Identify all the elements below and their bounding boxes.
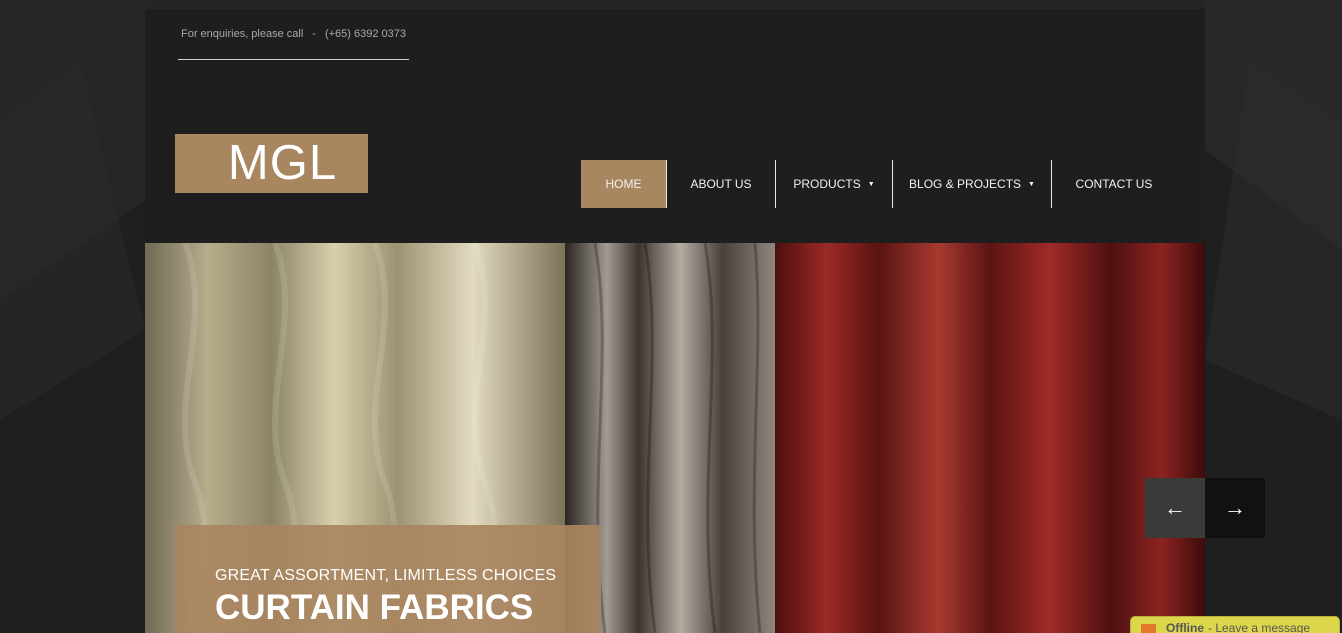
enquiry-label: For enquiries, please call: [181, 28, 304, 40]
site-logo[interactable]: MGL: [175, 134, 368, 193]
caret-down-icon: ▼: [1028, 180, 1035, 188]
nav-home[interactable]: HOME: [581, 160, 667, 208]
main-nav: HOME ABOUT US PRODUCTS ▼ BLOG & PROJECTS…: [581, 160, 1176, 208]
nav-about-us[interactable]: ABOUT US: [667, 160, 776, 208]
slide-subtitle: GREAT ASSORTMENT, LIMITLESS CHOICES: [215, 567, 557, 584]
live-chat-widget[interactable]: Offline - Leave a message: [1130, 616, 1340, 633]
enquiry-separator: -: [312, 28, 316, 40]
enquiry-bar: For enquiries, please call - (+65) 6392 …: [178, 9, 409, 60]
hero-slider: GREAT ASSORTMENT, LIMITLESS CHOICES CURT…: [145, 243, 1205, 633]
chat-status: Offline: [1166, 621, 1204, 633]
slide-caption: GREAT ASSORTMENT, LIMITLESS CHOICES CURT…: [175, 525, 601, 633]
nav-blog-projects[interactable]: BLOG & PROJECTS ▼: [893, 160, 1052, 208]
nav-about-us-label: ABOUT US: [690, 177, 752, 191]
slide-title: CURTAIN FABRICS: [215, 588, 534, 627]
nav-contact-us-label: CONTACT US: [1075, 177, 1153, 191]
phone-number[interactable]: (+65) 6392 0373: [325, 28, 406, 40]
nav-contact-us[interactable]: CONTACT US: [1052, 160, 1176, 208]
nav-blog-projects-label: BLOG & PROJECTS: [909, 177, 1022, 191]
page-container: For enquiries, please call - (+65) 6392 …: [145, 9, 1205, 633]
nav-products-label: PRODUCTS: [793, 177, 861, 191]
caret-down-icon: ▼: [867, 180, 875, 188]
envelope-icon: [1141, 624, 1156, 633]
arrow-right-icon: →: [1224, 495, 1246, 520]
slider-prev-button[interactable]: ←: [1145, 478, 1205, 538]
arrow-left-icon: ←: [1164, 495, 1186, 520]
nav-products[interactable]: PRODUCTS ▼: [776, 160, 893, 208]
chat-message: - Leave a message: [1208, 621, 1311, 633]
nav-home-label: HOME: [605, 177, 642, 191]
logo-text: MGL: [227, 136, 338, 190]
slider-next-button[interactable]: →: [1205, 478, 1265, 538]
